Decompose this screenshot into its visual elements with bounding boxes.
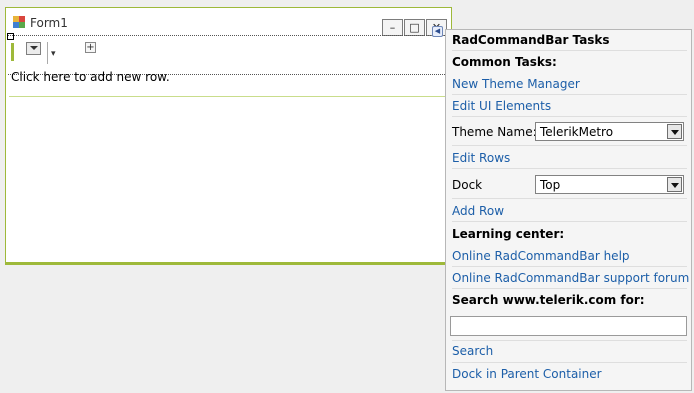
divider xyxy=(452,362,687,363)
divider xyxy=(452,266,687,267)
add-new-row-prompt[interactable]: Click here to add new row. xyxy=(11,70,170,84)
overflow-chevron-icon[interactable]: ▾ xyxy=(51,49,56,59)
designer-form[interactable]: Form1 – □ ✕ ▾ + Click here to add new ro… xyxy=(5,7,452,265)
maximize-button[interactable]: □ xyxy=(404,19,425,36)
divider xyxy=(452,116,687,117)
search-heading: Search www.telerik.com for: xyxy=(452,293,645,307)
divider xyxy=(452,288,687,289)
command-bar[interactable]: ▾ + xyxy=(8,35,445,75)
form-titlebar: Form1 – □ ✕ xyxy=(6,8,451,36)
dock-label: Dock xyxy=(452,178,483,192)
tasks-panel-title: RadCommandBar Tasks xyxy=(452,33,610,47)
new-theme-manager-link[interactable]: New Theme Manager xyxy=(452,77,580,91)
search-input[interactable] xyxy=(450,316,687,336)
divider xyxy=(452,221,687,222)
support-forum-link[interactable]: Online RadCommandBar support forum xyxy=(452,271,689,285)
chevron-down-icon[interactable] xyxy=(667,177,682,192)
divider xyxy=(452,168,687,169)
dock-value: Top xyxy=(540,178,561,192)
search-link[interactable]: Search xyxy=(452,344,493,358)
theme-name-select[interactable]: TelerikMetro xyxy=(535,122,684,141)
strip-separator xyxy=(47,42,48,64)
theme-name-value: TelerikMetro xyxy=(540,125,614,139)
divider xyxy=(452,198,687,199)
dock-in-parent-link[interactable]: Dock in Parent Container xyxy=(452,367,602,381)
divider xyxy=(452,340,687,341)
dock-select[interactable]: Top xyxy=(535,175,684,194)
dropdown-element[interactable] xyxy=(26,42,41,55)
tasks-panel: RadCommandBar Tasks Common Tasks: New Th… xyxy=(445,29,692,391)
add-row-link[interactable]: Add Row xyxy=(452,204,504,218)
divider xyxy=(452,50,687,51)
row-divider xyxy=(9,96,448,97)
add-element-button[interactable]: + xyxy=(85,42,96,53)
common-tasks-heading: Common Tasks: xyxy=(452,55,557,69)
theme-name-label: Theme Name: xyxy=(452,125,537,139)
strip-grip-handle[interactable] xyxy=(11,43,14,61)
chevron-down-icon[interactable] xyxy=(667,124,682,139)
form-icon xyxy=(13,16,25,28)
smart-tag-icon[interactable]: ◀ xyxy=(432,26,443,37)
online-help-link[interactable]: Online RadCommandBar help xyxy=(452,249,630,263)
learning-center-heading: Learning center: xyxy=(452,227,565,241)
edit-rows-link[interactable]: Edit Rows xyxy=(452,151,510,165)
minimize-button[interactable]: – xyxy=(382,19,403,36)
form-title: Form1 xyxy=(30,16,68,30)
divider xyxy=(452,145,687,146)
form-bottom-border xyxy=(6,262,451,264)
divider xyxy=(452,94,687,95)
edit-ui-elements-link[interactable]: Edit UI Elements xyxy=(452,99,551,113)
